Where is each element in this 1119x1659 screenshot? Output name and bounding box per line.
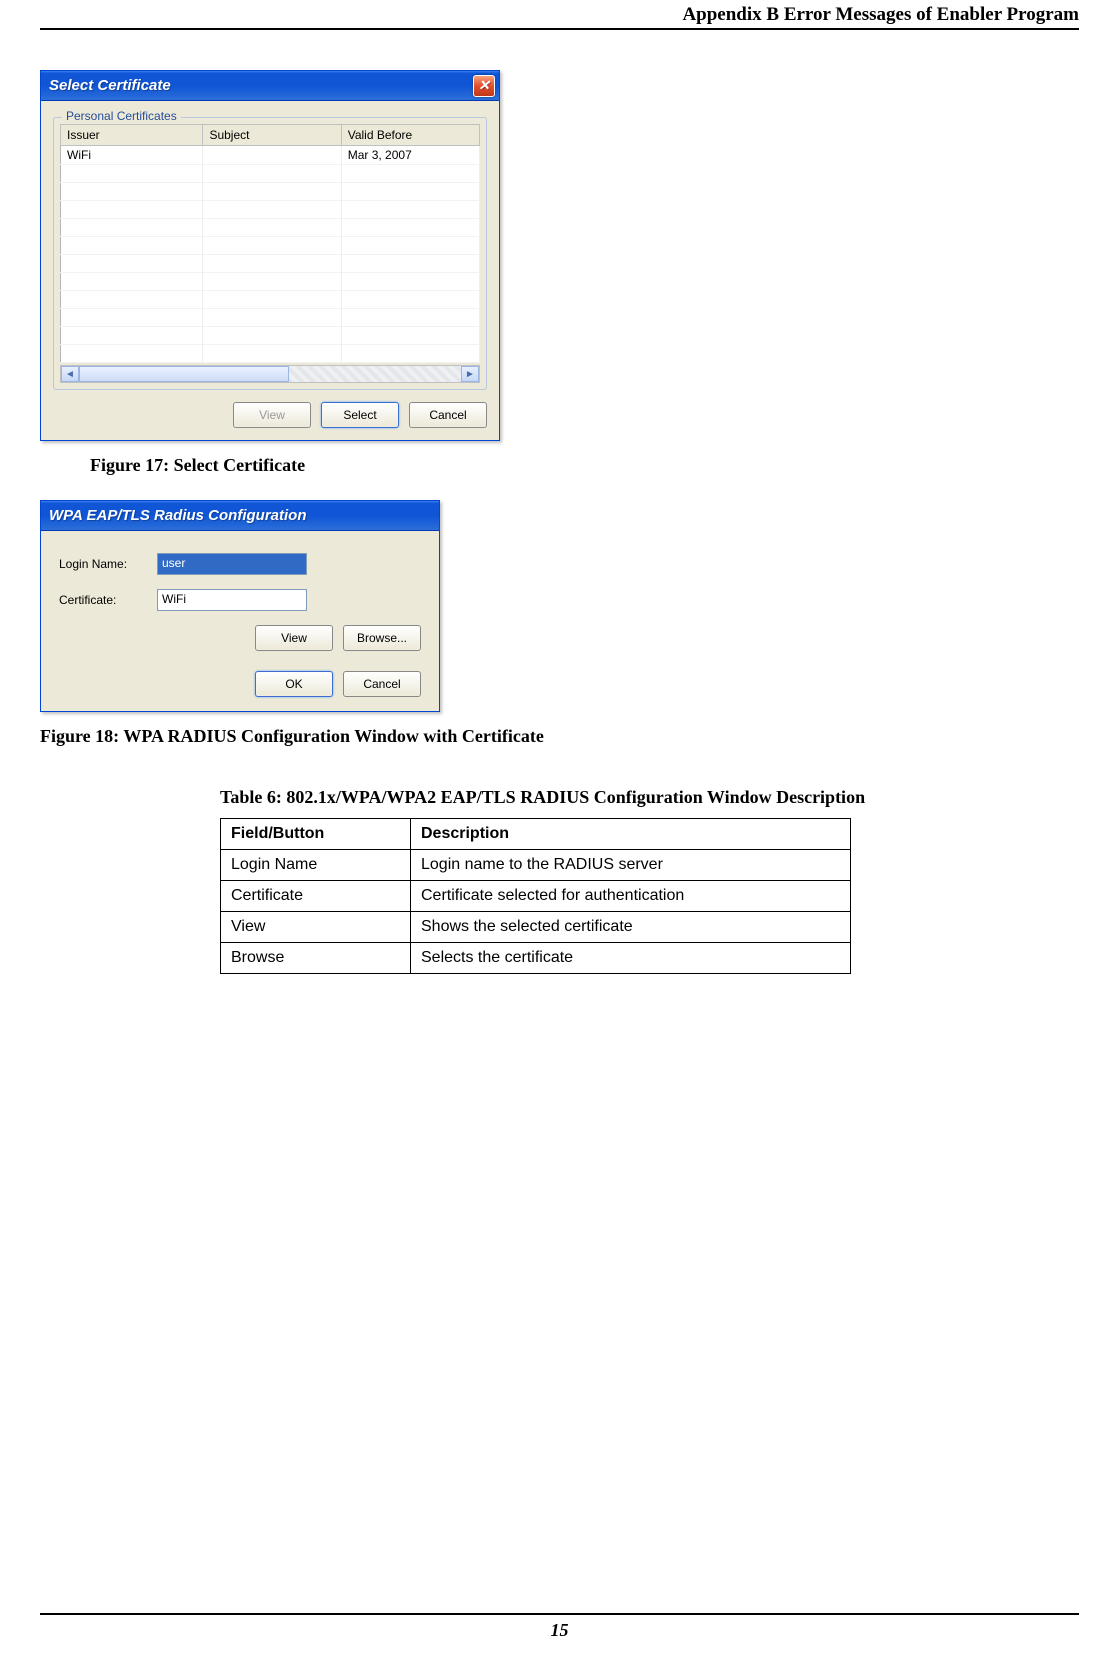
- cell-field: View: [221, 912, 411, 943]
- titlebar[interactable]: WPA EAP/TLS Radius Configuration: [41, 501, 439, 531]
- table-row[interactable]: [61, 183, 480, 201]
- cell-issuer: WiFi: [61, 146, 203, 165]
- col-subject[interactable]: Subject: [203, 125, 341, 146]
- titlebar[interactable]: Select Certificate ✕: [41, 71, 499, 101]
- groupbox-title: Personal Certificates: [62, 109, 181, 123]
- footer-rule: [40, 1613, 1079, 1615]
- scroll-left-icon[interactable]: ◄: [61, 366, 79, 382]
- table-row[interactable]: [61, 273, 480, 291]
- figure-17-caption: Figure 17: Select Certificate: [90, 455, 1079, 476]
- certificate-field[interactable]: WiFi: [157, 589, 307, 611]
- ok-button[interactable]: OK: [255, 671, 333, 697]
- table-row[interactable]: [61, 291, 480, 309]
- cell-field: Browse: [221, 943, 411, 974]
- cancel-button[interactable]: Cancel: [343, 671, 421, 697]
- table-row[interactable]: [61, 219, 480, 237]
- cell-field: Login Name: [221, 850, 411, 881]
- cell-valid-before: Mar 3, 2007: [341, 146, 479, 165]
- appendix-header: Appendix B Error Messages of Enabler Pro…: [40, 0, 1079, 28]
- col-issuer[interactable]: Issuer: [61, 125, 203, 146]
- th-desc: Description: [411, 819, 851, 850]
- cell-subject: [203, 146, 341, 165]
- table-row[interactable]: [61, 309, 480, 327]
- certificate-label: Certificate:: [59, 593, 157, 607]
- table-row[interactable]: [61, 237, 480, 255]
- table-row[interactable]: WiFi Mar 3, 2007: [61, 146, 480, 165]
- col-valid-before[interactable]: Valid Before: [341, 125, 479, 146]
- table-row: Certificate Certificate selected for aut…: [221, 881, 851, 912]
- close-icon[interactable]: ✕: [473, 75, 495, 97]
- wpa-radius-window: WPA EAP/TLS Radius Configuration Login N…: [40, 500, 440, 712]
- figure-18-caption: Figure 18: WPA RADIUS Configuration Wind…: [40, 726, 1079, 747]
- table-row[interactable]: [61, 345, 480, 363]
- table-row: Browse Selects the certificate: [221, 943, 851, 974]
- description-table: Field/Button Description Login Name Logi…: [220, 818, 851, 974]
- view-button[interactable]: View: [233, 402, 311, 428]
- certificate-table[interactable]: Issuer Subject Valid Before WiFi Mar 3, …: [60, 124, 480, 363]
- login-name-field[interactable]: user: [157, 553, 307, 575]
- table-6-caption: Table 6: 802.1x/WPA/WPA2 EAP/TLS RADIUS …: [220, 787, 1079, 808]
- select-button[interactable]: Select: [321, 402, 399, 428]
- table-row: View Shows the selected certificate: [221, 912, 851, 943]
- scroll-track[interactable]: [79, 366, 461, 382]
- cell-desc: Selects the certificate: [411, 943, 851, 974]
- window-title: Select Certificate: [49, 77, 171, 94]
- table-row[interactable]: [61, 255, 480, 273]
- th-field: Field/Button: [221, 819, 411, 850]
- cell-desc: Certificate selected for authentication: [411, 881, 851, 912]
- table-row: Login Name Login name to the RADIUS serv…: [221, 850, 851, 881]
- table-row[interactable]: [61, 327, 480, 345]
- personal-certificates-group: Personal Certificates Issuer Subject Val…: [53, 117, 487, 390]
- header-rule: [40, 28, 1079, 30]
- scroll-right-icon[interactable]: ►: [461, 366, 479, 382]
- horizontal-scrollbar[interactable]: ◄ ►: [60, 365, 480, 383]
- browse-button[interactable]: Browse...: [343, 625, 421, 651]
- select-certificate-window: Select Certificate ✕ Personal Certificat…: [40, 70, 500, 441]
- login-name-label: Login Name:: [59, 557, 157, 571]
- cell-desc: Shows the selected certificate: [411, 912, 851, 943]
- page-number: 15: [0, 1620, 1119, 1641]
- scroll-thumb[interactable]: [79, 366, 289, 382]
- cell-desc: Login name to the RADIUS server: [411, 850, 851, 881]
- table-row[interactable]: [61, 165, 480, 183]
- cell-field: Certificate: [221, 881, 411, 912]
- cancel-button[interactable]: Cancel: [409, 402, 487, 428]
- window-title: WPA EAP/TLS Radius Configuration: [49, 507, 307, 524]
- table-row[interactable]: [61, 201, 480, 219]
- view-button[interactable]: View: [255, 625, 333, 651]
